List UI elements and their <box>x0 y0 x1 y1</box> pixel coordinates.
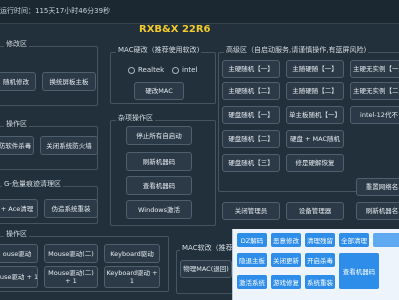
disk-mac-random-button[interactable]: 硬盘 + MAC随机 <box>286 130 344 148</box>
main-noinst-1-button[interactable]: 主硬无实例【一】 <box>350 60 399 78</box>
quick-panel: DZ解码 恶意修改 清理残留 全部清理 隐退主板 关闭更新 开启杀毒 查看机器码… <box>232 229 399 300</box>
intel-12-button[interactable]: intel-12代不 <box>350 106 399 124</box>
main-rand-2-button[interactable]: 主随硬随【二】 <box>286 82 344 100</box>
top-bar: 运行时间：115天17小时46分39秒 <box>0 0 399 24</box>
keyboard-driver-plus-button[interactable]: Keyboard驱动 + 1 <box>104 266 160 288</box>
intel-label: intel <box>182 66 198 74</box>
reset-network-name-button[interactable]: 重置网络名 <box>356 178 399 196</box>
realtek-radio[interactable]: Realtek <box>128 66 164 74</box>
activate-system-button[interactable]: 激活系统 <box>237 275 267 289</box>
device-manager-button[interactable]: 设备管理器 <box>286 202 344 220</box>
disk-random-1-button[interactable]: 硬盘随机【一】 <box>222 106 280 124</box>
refresh-machine-name-button[interactable]: 刷新机器名 <box>356 202 399 220</box>
brand-title: RXB&X 22R6 <box>139 24 211 35</box>
clean-all-button[interactable]: 全部清理 <box>339 233 369 247</box>
firewall-button[interactable]: 关闭系统防火墙 <box>40 136 98 155</box>
hide-board-button[interactable]: 隐退主板 <box>237 253 267 267</box>
anti-virus-button[interactable]: 防软件杀毒 <box>0 136 34 155</box>
system-reinstall-button[interactable]: 系统重装 <box>305 275 335 289</box>
modify-group-title: 修改区 <box>4 40 29 49</box>
game-repair-button[interactable]: 游戏修复 <box>271 275 301 289</box>
hard-mac-button[interactable]: 硬改MAC <box>134 82 184 100</box>
main-random-2-button[interactable]: 主硬随机【二】 <box>222 82 280 100</box>
random-modify-button[interactable]: 随机修改 <box>0 72 36 91</box>
keyboard-driver-button[interactable]: Keyboard驱动 <box>104 244 160 263</box>
radio-dot-icon <box>172 66 179 74</box>
cleanup-group-title: G-危量痕迹清理区 <box>2 180 63 189</box>
view-code-big-button[interactable]: 查看机器码 <box>339 253 379 289</box>
radio-dot-icon <box>128 66 135 74</box>
ops2-group-title: 操作区 <box>4 230 29 239</box>
fake-reinstall-button[interactable]: 伪造系统重装 <box>44 199 98 218</box>
windows-activate-button[interactable]: Windows激活 <box>126 200 192 219</box>
malicious-modify-button[interactable]: 恶意修改 <box>271 233 301 247</box>
mac-soft-group-title: MAC软改（推荐 <box>180 244 235 253</box>
misc-group-title: 杂项操作区 <box>116 114 155 123</box>
ops-group-title: 操作区 <box>4 120 29 129</box>
main-random-1-button[interactable]: 主硬随机【一】 <box>222 60 280 78</box>
main-rand-1-button[interactable]: 主随硬随【一】 <box>286 60 344 78</box>
intel-radio[interactable]: intel <box>172 66 197 74</box>
physical-mac-reset-button[interactable]: 物理MAC(退回) <box>180 260 232 278</box>
view-machine-code-button[interactable]: 查看机器码 <box>126 176 192 195</box>
stop-autostart-button[interactable]: 停止所有自启动 <box>126 126 192 145</box>
runtime-label: 运行时间：115天17小时46分39秒 <box>0 7 111 15</box>
mac-hard-group-title: MAC硬改（推荐使用软改) <box>116 46 202 55</box>
restore-hardware-button[interactable]: 修是硬解恢复 <box>286 154 344 172</box>
disk-random-2-button[interactable]: 硬盘随机【二】 <box>222 130 280 148</box>
clean-residue-button[interactable]: 清理残留 <box>305 233 335 247</box>
enable-antivirus-button[interactable]: 开启杀毒 <box>305 253 335 267</box>
realtek-label: Realtek <box>138 66 165 74</box>
main-noinst-2-button[interactable]: 主硬无实例【二】 <box>350 82 399 100</box>
app-window: 运行时间：115天17小时46分39秒 RXB&X 22R6 修改区 随机修改 … <box>0 0 399 300</box>
mouse-driver-plus-button[interactable]: ouse驱动 + 1 <box>0 266 38 288</box>
close-update-button[interactable]: 关闭更新 <box>271 253 301 267</box>
mouse-driver-2-button[interactable]: Mouse驱动(二) <box>44 244 98 263</box>
dz-decode-button[interactable]: DZ解码 <box>237 233 267 247</box>
single-board-1-button[interactable]: 单主板随机【一】 <box>286 106 344 124</box>
close-admin-button[interactable]: 关闭管理员 <box>222 202 280 220</box>
ace-clean-button[interactable]: + Ace清理 <box>0 199 38 218</box>
advanced-group-title: 高级区（自启动服务,请谨慎操作,有蓝屏风险) <box>224 46 369 55</box>
replace-board-button[interactable]: 换统屏板主板 <box>42 72 96 91</box>
disk-random-3-button[interactable]: 硬盘随机【三】 <box>222 154 280 172</box>
mouse-driver-2-plus-button[interactable]: Mouse驱动(二) + 1 <box>44 266 98 288</box>
refresh-machine-code-button[interactable]: 刷新机器码 <box>126 152 192 171</box>
extra-button[interactable] <box>373 233 399 247</box>
mouse-driver-button[interactable]: ouse驱动 <box>0 244 38 263</box>
